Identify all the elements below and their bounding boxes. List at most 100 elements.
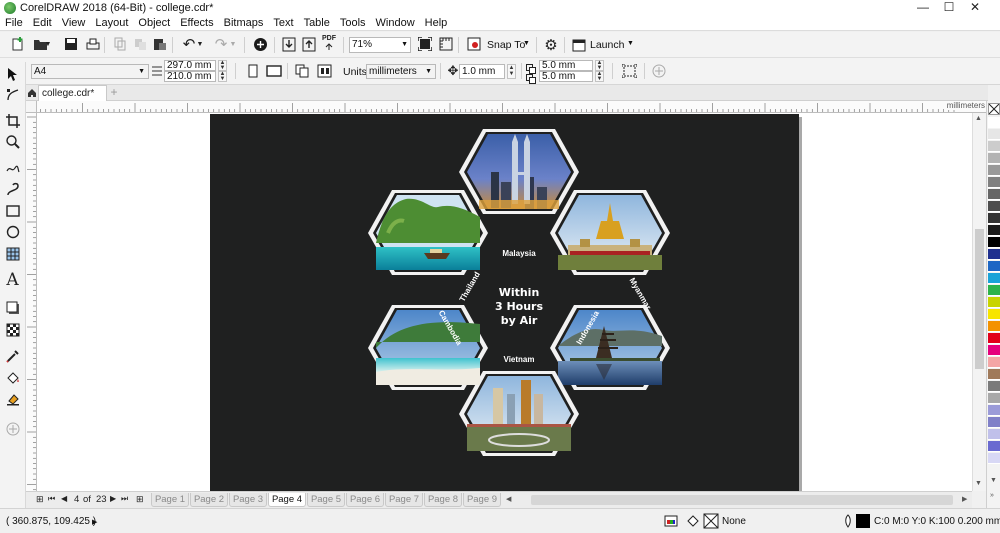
drawing-canvas[interactable]: Malaysia Myanmar Indonesia Vietnam Cambo… (37, 113, 972, 491)
add-tool-icon[interactable] (3, 419, 22, 438)
menu-help[interactable]: Help (420, 15, 453, 31)
palette-swatch[interactable] (988, 297, 1000, 308)
palette-swatch[interactable] (988, 345, 1000, 356)
add-property-icon[interactable] (650, 62, 668, 80)
palette-swatch[interactable] (988, 165, 1000, 176)
palette-swatch[interactable] (988, 321, 1000, 332)
menu-window[interactable]: Window (371, 15, 420, 31)
scroll-down-icon[interactable]: ▼ (975, 480, 982, 487)
palette-swatch[interactable] (988, 237, 1000, 248)
no-color-swatch[interactable] (988, 103, 1000, 115)
vertical-ruler[interactable] (26, 113, 37, 491)
full-screen-preview-icon[interactable] (416, 35, 434, 53)
current-page-icon[interactable] (315, 62, 333, 80)
vertical-scrollbar[interactable]: ▲ ▼ (972, 113, 986, 491)
menu-tools[interactable]: Tools (335, 15, 371, 31)
first-page-icon[interactable]: ⏮ (48, 494, 55, 504)
ruler-origin[interactable] (26, 101, 37, 113)
page-tab-1[interactable]: Page 1 (151, 493, 189, 507)
palette-swatch[interactable] (988, 249, 1000, 260)
page-tab-2[interactable]: Page 2 (190, 493, 228, 507)
scroll-up-icon[interactable]: ▲ (975, 115, 982, 122)
palette-swatch[interactable] (988, 309, 1000, 320)
palette-swatch[interactable] (988, 189, 1000, 200)
page-tab-8[interactable]: Page 8 (424, 493, 462, 507)
save-icon[interactable] (62, 35, 80, 53)
nudge-spinner[interactable]: ▲ ▼ (507, 64, 516, 79)
palette-swatch[interactable] (988, 357, 1000, 368)
menu-bitmaps[interactable]: Bitmaps (219, 15, 269, 31)
artistic-media-tool-icon[interactable] (3, 179, 22, 198)
palette-swatch[interactable] (988, 405, 1000, 416)
palette-swatch[interactable] (988, 153, 1000, 164)
publish-pdf-icon[interactable]: PDF (320, 34, 338, 52)
treat-as-filled-icon[interactable] (620, 62, 638, 80)
tab-college-cdr[interactable]: college.cdr* (38, 85, 107, 101)
menu-object[interactable]: Object (133, 15, 175, 31)
palette-swatch[interactable] (988, 417, 1000, 428)
menu-file[interactable]: File (0, 15, 28, 31)
zoom-level-select[interactable]: 71% ▼ (349, 37, 411, 53)
width-spinner[interactable]: ▲ ▼ (218, 60, 227, 71)
paper-size-select[interactable]: A4 ▼ (31, 64, 149, 79)
table-tool-icon[interactable] (3, 244, 22, 263)
color-proof-icon[interactable] (664, 514, 678, 531)
add-page-icon[interactable]: ⊞ (36, 494, 44, 505)
palette-swatch[interactable] (988, 225, 1000, 236)
close-button[interactable]: ✕ (964, 0, 986, 15)
launch-icon[interactable] (570, 36, 588, 54)
snap-to-dropdown-icon[interactable]: ▼ (523, 40, 530, 47)
duplicate-distance-y-field[interactable]: 5.0 mm (539, 71, 593, 82)
portrait-icon[interactable] (244, 62, 262, 80)
undo-dropdown-icon[interactable]: ▼ (196, 35, 204, 53)
palette-swatch[interactable] (988, 393, 1000, 404)
palette-swatch[interactable] (988, 177, 1000, 188)
hscroll-left-icon[interactable]: ◀ (506, 495, 511, 503)
snap-to-icon[interactable] (465, 35, 483, 53)
page-tab-7[interactable]: Page 7 (385, 493, 423, 507)
menu-layout[interactable]: Layout (90, 15, 133, 31)
paste-icon[interactable] (151, 35, 169, 53)
all-pages-icon[interactable] (293, 62, 311, 80)
menu-text[interactable]: Text (268, 15, 298, 31)
dup-x-spinner[interactable]: ▲ ▼ (595, 60, 604, 71)
palette-swatch[interactable] (988, 381, 1000, 392)
copy-icon[interactable] (131, 35, 149, 53)
add-page-after-icon[interactable]: ⊞ (136, 494, 144, 505)
redo-icon[interactable]: ↷ (212, 35, 230, 53)
ellipse-tool-icon[interactable] (3, 222, 22, 241)
palette-swatch[interactable] (988, 273, 1000, 284)
horizontal-ruler[interactable]: millimeters (26, 101, 988, 113)
show-rulers-icon[interactable] (437, 35, 455, 53)
palette-scroll-down-icon[interactable]: ▼ (990, 477, 997, 484)
duplicate-distance-x-field[interactable]: 5.0 mm (539, 60, 593, 71)
menu-effects[interactable]: Effects (175, 15, 218, 31)
palette-swatch[interactable] (988, 285, 1000, 296)
new-tab-icon[interactable]: + (108, 86, 120, 99)
vertical-scroll-thumb[interactable] (975, 229, 984, 369)
page-tab-4[interactable]: Page 4 (268, 493, 306, 507)
page-tab-9[interactable]: Page 9 (463, 493, 501, 507)
page-height-field[interactable]: 210.0 mm (164, 71, 216, 82)
previous-page-icon[interactable]: ◀ (61, 494, 67, 503)
menu-edit[interactable]: Edit (28, 15, 57, 31)
palette-swatch[interactable] (988, 117, 1000, 128)
minimize-button[interactable]: — (912, 0, 934, 15)
palette-swatch[interactable] (988, 213, 1000, 224)
snap-to-button[interactable]: Snap To (487, 39, 525, 51)
drop-shadow-tool-icon[interactable] (3, 298, 22, 317)
next-page-icon[interactable]: ▶ (110, 494, 116, 503)
palette-swatch[interactable] (988, 261, 1000, 272)
nudge-distance-field[interactable]: 1.0 mm (459, 64, 505, 79)
palette-swatch[interactable] (988, 141, 1000, 152)
export-icon[interactable] (300, 35, 318, 53)
options-gear-icon[interactable]: ⚙ (542, 36, 560, 54)
page-tab-6[interactable]: Page 6 (346, 493, 384, 507)
welcome-home-icon[interactable] (26, 87, 38, 99)
launch-button[interactable]: Launch (590, 39, 624, 51)
shape-tool-icon[interactable] (3, 85, 22, 104)
new-document-icon[interactable] (9, 35, 27, 53)
units-select[interactable]: millimeters ▼ (366, 64, 436, 79)
palette-swatch[interactable] (988, 369, 1000, 380)
height-spinner[interactable]: ▲ ▼ (218, 71, 227, 82)
